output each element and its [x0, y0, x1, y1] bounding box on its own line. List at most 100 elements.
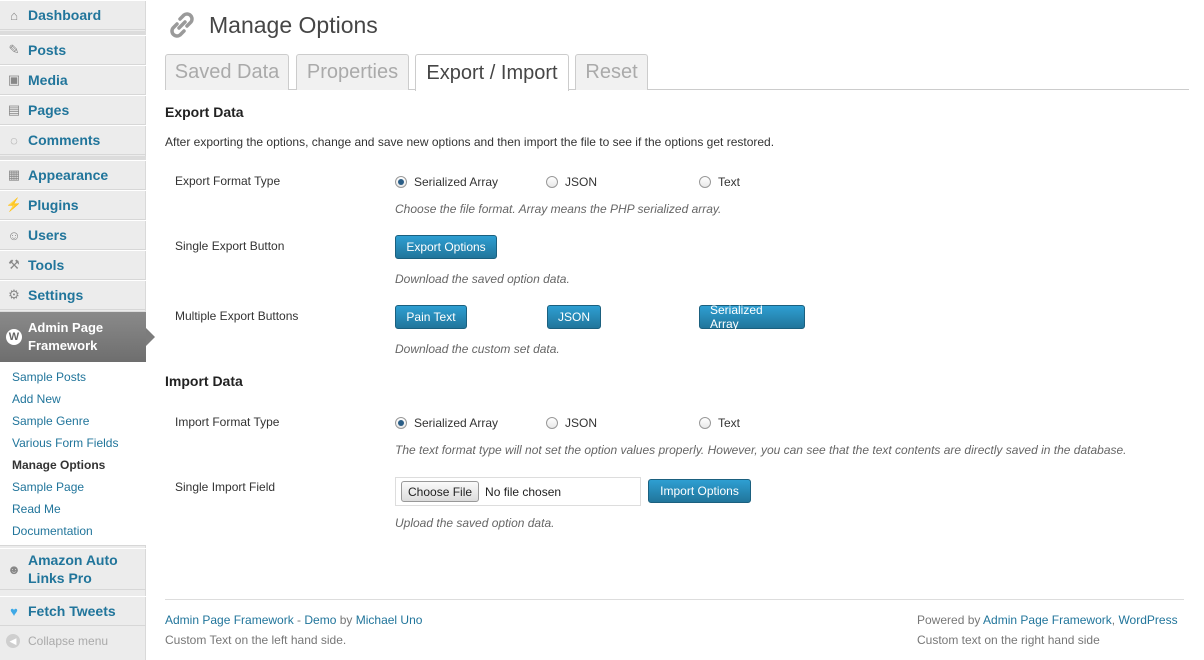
import-format-radio-json[interactable]: JSON: [546, 416, 597, 430]
single-import-label: Single Import Field: [175, 480, 276, 494]
tab-reset[interactable]: Reset: [575, 54, 648, 90]
menu-item-plugins[interactable]: ⚡ Plugins: [0, 190, 146, 220]
menu-item-posts[interactable]: ✎ Posts: [0, 35, 146, 65]
menu-label-posts: Posts: [28, 42, 67, 58]
submenu-item-documentation[interactable]: Documentation: [12, 524, 93, 538]
amazon-label-line1: Amazon Auto: [28, 552, 118, 568]
radio-label: Serialized Array: [414, 175, 499, 189]
page-header: Manage Options: [165, 8, 378, 42]
radio-label: Text: [718, 416, 741, 430]
export-section-title: Export Data: [165, 104, 244, 120]
menu-item-dashboard[interactable]: ⌂ Dashboard: [0, 0, 146, 30]
menu-label-media: Media: [28, 72, 68, 88]
submenu-item-various-form-fields[interactable]: Various Form Fields: [12, 436, 118, 450]
menu-item-appearance[interactable]: ▦ Appearance: [0, 160, 146, 190]
multiple-export-hint: Download the custom set data.: [395, 342, 560, 356]
import-file-field[interactable]: Choose File No file chosen: [395, 477, 641, 506]
pushpin-icon: ✎: [8, 42, 20, 57]
collapse-menu-button[interactable]: ◀ Collapse menu: [6, 634, 108, 648]
footer-link-apf-right[interactable]: Admin Page Framework: [983, 613, 1112, 627]
tab-saved-data[interactable]: Saved Data: [165, 54, 289, 90]
collapse-arrow-icon: ◀: [6, 634, 20, 648]
export-format-radio-text[interactable]: Text: [699, 175, 740, 189]
settings-icon: ⚙: [8, 287, 20, 302]
menu-label-appearance: Appearance: [28, 167, 109, 183]
home-icon: ⌂: [10, 7, 18, 23]
export-format-radio-json[interactable]: JSON: [546, 175, 597, 189]
nav-tabs: Saved Data Properties Export / Import Re…: [165, 54, 1189, 91]
twitter-bird-icon: ♥: [10, 603, 18, 619]
radio-unchecked-icon: [546, 176, 558, 188]
pages-icon: ▤: [7, 102, 21, 117]
footer-sep: -: [293, 613, 305, 627]
menu-label-admin-page-framework: Admin Page Framework: [28, 319, 103, 355]
radio-checked-icon: [395, 417, 407, 429]
plug-icon: ⚡: [5, 197, 23, 212]
export-format-radio-serialized[interactable]: Serialized Array: [395, 175, 498, 189]
tab-properties[interactable]: Properties: [296, 54, 409, 90]
import-format-radio-serialized[interactable]: Serialized Array: [395, 416, 498, 430]
menu-item-admin-page-framework[interactable]: W Admin Page Framework: [0, 312, 155, 362]
export-section-description: After exporting the options, change and …: [165, 135, 775, 149]
chain-link-icon: [170, 12, 194, 38]
footer-link-wordpress[interactable]: WordPress: [1118, 613, 1177, 627]
import-format-label: Import Format Type: [175, 415, 280, 429]
footer-by: by: [336, 613, 356, 627]
tab-export-import[interactable]: Export / Import: [415, 54, 569, 91]
submenu-item-read-me[interactable]: Read Me: [12, 502, 61, 516]
apf-submenu: Sample Posts Add New Sample Genre Variou…: [0, 362, 146, 546]
export-json-button[interactable]: JSON: [547, 305, 601, 329]
submenu-item-add-new[interactable]: Add New: [12, 392, 61, 406]
footer-left-custom-text: Custom Text on the left hand side.: [165, 633, 347, 647]
footer-link-demo[interactable]: Demo: [304, 613, 336, 627]
import-format-radio-text[interactable]: Text: [699, 416, 740, 430]
collapse-menu-label: Collapse menu: [28, 634, 109, 648]
submenu-item-sample-genre[interactable]: Sample Genre: [12, 414, 89, 428]
menu-item-comments[interactable]: ◌ Comments: [0, 125, 146, 155]
menu-label-comments: Comments: [28, 132, 101, 148]
menu-label-users: Users: [28, 227, 67, 243]
appearance-icon: ▦: [7, 167, 21, 182]
tools-icon: ⚒: [8, 257, 20, 272]
radio-label: JSON: [565, 416, 598, 430]
speech-bubble-icon: ◌: [10, 132, 18, 148]
menu-item-tools[interactable]: ⚒ Tools: [0, 250, 146, 280]
radio-unchecked-icon: [699, 417, 711, 429]
menu-item-media[interactable]: ▣ Media: [0, 65, 146, 95]
submenu-item-manage-options[interactable]: Manage Options: [12, 458, 105, 472]
radio-label: Serialized Array: [414, 416, 499, 430]
export-options-button[interactable]: Export Options: [395, 235, 497, 259]
single-export-hint: Download the saved option data.: [395, 272, 570, 286]
footer-link-author[interactable]: Michael Uno: [356, 613, 423, 627]
footer-link-apf[interactable]: Admin Page Framework: [165, 613, 294, 627]
footer-powered-by: Powered by: [917, 613, 984, 627]
import-section-title: Import Data: [165, 373, 243, 389]
menu-item-settings[interactable]: ⚙ Settings: [0, 280, 146, 310]
menu-item-users[interactable]: ☺ Users: [0, 220, 146, 250]
export-plain-text-button[interactable]: Pain Text: [395, 305, 467, 329]
main-content: Manage Options Saved Data Properties Exp…: [165, 0, 1189, 660]
export-format-label: Export Format Type: [175, 174, 281, 188]
single-export-label: Single Export Button: [175, 239, 285, 253]
current-menu-arrow: [146, 328, 155, 346]
choose-file-button[interactable]: Choose File: [401, 481, 480, 502]
admin-footer: Admin Page Framework - Demo by Michael U…: [165, 599, 1184, 660]
users-icon: ☺: [7, 227, 21, 243]
menu-label-plugins: Plugins: [28, 197, 79, 213]
no-file-chosen-text: No file chosen: [485, 484, 562, 499]
menu-label-fetch-tweets: Fetch Tweets: [28, 603, 116, 619]
menu-item-pages[interactable]: ▤ Pages: [0, 95, 146, 125]
menu-label-dashboard: Dashboard: [28, 7, 102, 23]
menu-item-amazon-auto-links[interactable]: ☻ Amazon Auto Links Pro: [0, 548, 146, 590]
radio-unchecked-icon: [546, 417, 558, 429]
import-options-button[interactable]: Import Options: [648, 479, 751, 503]
export-serialized-array-button[interactable]: Serialized Array: [699, 303, 805, 331]
footer-right-custom-text: Custom text on the right hand side: [917, 633, 1100, 647]
radio-checked-icon: [395, 176, 407, 188]
menu-item-fetch-tweets[interactable]: ♥ Fetch Tweets: [0, 596, 146, 626]
export-format-hint: Choose the file format. Array means the …: [395, 202, 722, 216]
media-icon: ▣: [7, 72, 21, 87]
submenu-item-sample-page[interactable]: Sample Page: [12, 480, 84, 494]
single-import-hint: Upload the saved option data.: [395, 516, 555, 530]
submenu-item-sample-posts[interactable]: Sample Posts: [12, 370, 86, 384]
